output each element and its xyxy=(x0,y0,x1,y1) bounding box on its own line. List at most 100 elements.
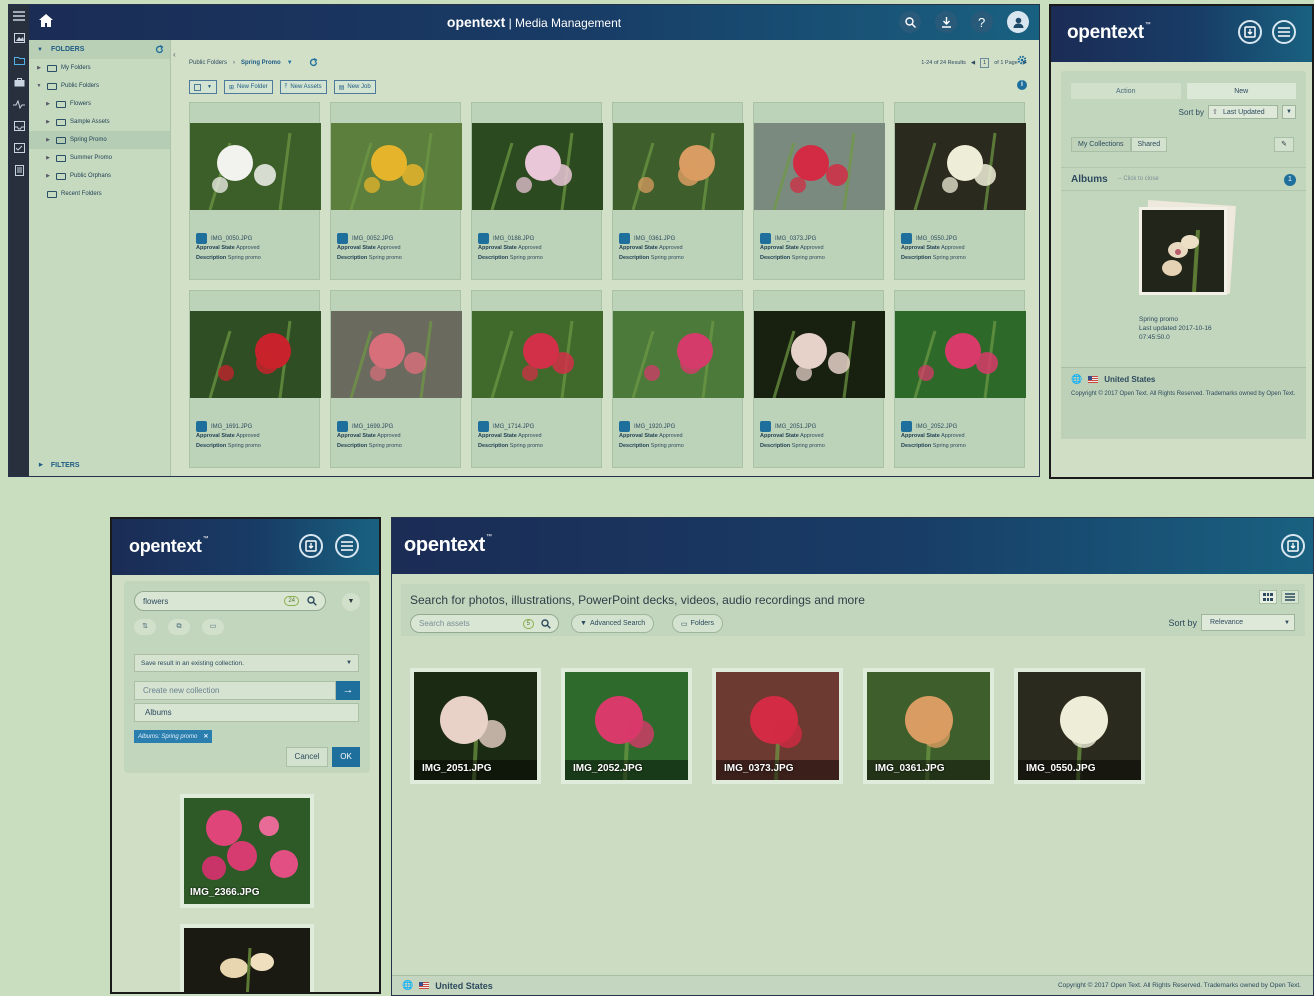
save-option-select[interactable]: Save result in an existing collection. ▼ xyxy=(134,654,359,672)
country-selector[interactable]: United States xyxy=(435,981,493,991)
collection-icon[interactable]: ⧉ xyxy=(168,619,190,635)
download-icon[interactable] xyxy=(935,11,957,33)
asset-card[interactable]: IMG_1920.JPG Approval State Approved Descr… xyxy=(612,290,744,468)
asset-name[interactable]: IMG_2051.JPG xyxy=(775,424,816,430)
asset-thumbnail[interactable] xyxy=(190,311,321,398)
asset-card[interactable]: IMG_0188.JPG Approval State Approved Descr… xyxy=(471,102,603,280)
create-collection-button[interactable]: → xyxy=(336,681,360,700)
album-name[interactable]: Spring promo xyxy=(1139,315,1212,324)
asset-card[interactable]: IMG_0361.JPG Approval State Approved Descr… xyxy=(612,102,744,280)
asset-card[interactable]: IMG_0373.JPG Approval State Approved Descr… xyxy=(753,102,885,280)
tree-item-recent-folders[interactable]: Recent Folders xyxy=(29,185,170,203)
search-icon[interactable] xyxy=(541,619,551,629)
collections-icon[interactable] xyxy=(1281,534,1305,558)
result-thumbnail[interactable]: IMG_2051.JPG xyxy=(414,672,537,780)
asset-name[interactable]: IMG_0550.JPG xyxy=(916,236,957,242)
folder-icon[interactable]: ▭ xyxy=(202,619,224,635)
asset-card[interactable]: IMG_1691.JPG Approval State Approved Descr… xyxy=(189,290,321,468)
new-folder-button[interactable]: ⊞ New Folder xyxy=(223,80,273,94)
hamburger-icon[interactable] xyxy=(9,5,29,27)
inbox-icon[interactable] xyxy=(9,115,29,137)
asset-thumbnail[interactable] xyxy=(190,123,321,210)
asset-card[interactable]: IMG_0550.JPG Approval State Approved Descr… xyxy=(894,102,1026,280)
briefcase-icon[interactable] xyxy=(9,71,29,93)
asset-name[interactable]: IMG_1699.JPG xyxy=(352,424,393,430)
chevron-right-icon[interactable]: ▶ xyxy=(35,65,43,71)
document-icon[interactable] xyxy=(9,159,29,181)
result-tile[interactable]: IMG_2051.JPG xyxy=(410,668,541,784)
tree-item-my-folders[interactable]: ▶ My Folders xyxy=(29,59,170,77)
chevron-down-icon[interactable]: ▼ xyxy=(1282,105,1296,119)
sort-icon[interactable]: ⇅ xyxy=(134,619,156,635)
asset-name[interactable]: IMG_0052.JPG xyxy=(352,236,393,242)
tree-item-spring-promo[interactable]: ▶ Spring Promo xyxy=(29,131,170,149)
pin-icon[interactable]: ✎ xyxy=(1274,137,1294,152)
search-icon[interactable] xyxy=(307,596,317,606)
asset-name[interactable]: IMG_0050.JPG xyxy=(211,236,252,242)
asset-thumbnail[interactable] xyxy=(613,123,744,210)
new-assets-button[interactable]: ⤒ New Assets xyxy=(279,80,327,94)
collections-icon[interactable] xyxy=(1238,20,1262,44)
select-all-checkbox[interactable]: ▼ xyxy=(189,80,217,94)
asset-card[interactable]: IMG_1699.JPG Approval State Approved Descr… xyxy=(330,290,462,468)
cancel-button[interactable]: Cancel xyxy=(286,747,328,767)
search-result-thumbnail[interactable] xyxy=(180,924,314,992)
result-thumbnail[interactable]: IMG_0361.JPG xyxy=(867,672,990,780)
asset-name[interactable]: IMG_2052.JPG xyxy=(916,424,957,430)
refresh-icon[interactable] xyxy=(309,58,318,67)
albums-option[interactable]: Albums xyxy=(134,703,359,722)
refresh-icon[interactable] xyxy=(155,45,164,54)
chevron-right-icon[interactable]: ▶ xyxy=(44,101,52,107)
chevron-right-icon[interactable]: ▶ xyxy=(44,155,52,161)
folders-header[interactable]: ▼ FOLDERS xyxy=(29,40,170,59)
chevron-right-icon[interactable]: ▶ xyxy=(44,119,52,125)
result-thumbnail[interactable]: IMG_0550.JPG xyxy=(1018,672,1141,780)
page-number-input[interactable]: 1 xyxy=(980,58,990,68)
result-tile[interactable]: IMG_0373.JPG xyxy=(712,668,843,784)
close-icon[interactable]: ✕ xyxy=(203,733,208,740)
search-result-thumbnail[interactable]: IMG_2366.JPG xyxy=(180,794,314,908)
album-thumbnail[interactable] xyxy=(1139,200,1236,295)
asset-thumbnail[interactable] xyxy=(331,123,462,210)
tree-item-flowers[interactable]: ▶ Flowers xyxy=(29,95,170,113)
advanced-search-button[interactable]: ▼ Advanced Search xyxy=(571,614,655,633)
search-input[interactable]: Search assets 5 xyxy=(410,614,559,633)
asset-thumbnail[interactable] xyxy=(754,123,885,210)
breadcrumb-public-folders[interactable]: Public Folders xyxy=(189,60,227,66)
collections-icon[interactable] xyxy=(299,534,323,558)
asset-name[interactable]: IMG_1920.JPG xyxy=(634,424,675,430)
chevron-right-icon[interactable]: ▶ xyxy=(44,173,52,179)
asset-name[interactable]: IMG_0373.JPG xyxy=(775,236,816,242)
asset-name[interactable]: IMG_0361.JPG xyxy=(634,236,675,242)
asset-thumbnail[interactable] xyxy=(754,311,885,398)
tab-my-collections[interactable]: My Collections xyxy=(1071,137,1131,152)
asset-thumbnail[interactable] xyxy=(895,123,1026,210)
caret-down-icon[interactable]: ▼ xyxy=(287,60,293,66)
tree-item-sample-assets[interactable]: ▶ Sample Assets xyxy=(29,113,170,131)
activity-icon[interactable] xyxy=(9,93,29,115)
chevron-down-icon[interactable]: ▼ xyxy=(35,83,43,89)
asset-name[interactable]: IMG_1714.JPG xyxy=(493,424,534,430)
info-icon[interactable]: i xyxy=(1017,80,1027,90)
asset-thumbnail[interactable] xyxy=(895,311,1026,398)
new-job-button[interactable]: ▤ New Job xyxy=(333,80,376,94)
result-tile[interactable]: IMG_0550.JPG xyxy=(1014,668,1145,784)
sort-select[interactable]: ⇧ Last Updated xyxy=(1208,105,1278,119)
asset-thumbnail[interactable] xyxy=(613,311,744,398)
prev-page-icon[interactable]: ◀ xyxy=(971,60,975,66)
chevron-right-icon[interactable]: ▶ xyxy=(44,137,52,143)
tree-item-public-folders[interactable]: ▼ Public Folders xyxy=(29,77,170,95)
collapse-panel-icon[interactable]: ‹ xyxy=(173,50,176,59)
tree-item-public-orphans[interactable]: ▶ Public Orphans xyxy=(29,167,170,185)
create-collection-input[interactable]: Create new collection xyxy=(134,681,336,700)
new-button[interactable]: New xyxy=(1186,83,1296,99)
asset-card[interactable]: IMG_2051.JPG Approval State Approved Descr… xyxy=(753,290,885,468)
asset-card[interactable]: IMG_0052.JPG Approval State Approved Descr… xyxy=(330,102,462,280)
menu-icon[interactable] xyxy=(1272,20,1296,44)
tab-shared[interactable]: Shared xyxy=(1130,137,1168,152)
filter-icon[interactable]: ▼ xyxy=(342,593,360,611)
result-tile[interactable]: IMG_2052.JPG xyxy=(561,668,692,784)
result-thumbnail[interactable]: IMG_0373.JPG xyxy=(716,672,839,780)
image-icon[interactable] xyxy=(9,27,29,49)
result-thumbnail[interactable]: IMG_2052.JPG xyxy=(565,672,688,780)
